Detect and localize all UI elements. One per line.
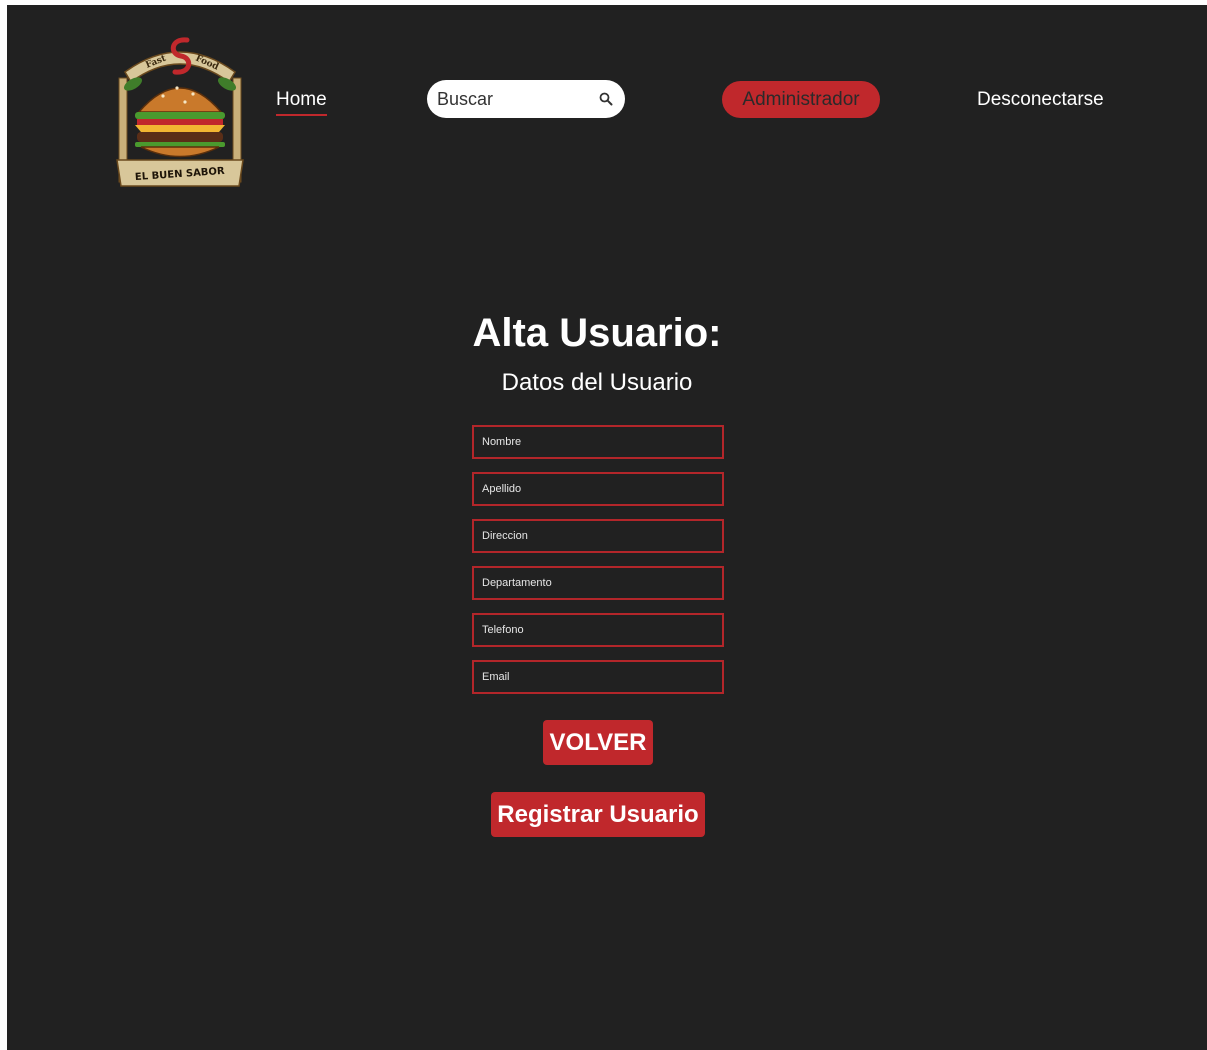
logout-link[interactable]: Desconectarse: [977, 89, 1104, 111]
email-field[interactable]: [472, 660, 724, 694]
el-buen-sabor-logo[interactable]: Fast Food EL BUEN SABOR: [111, 34, 249, 192]
app-frame: Fast Food EL BUEN SABOR Home Buscar Admi…: [7, 5, 1207, 1050]
search-icon[interactable]: [597, 90, 615, 108]
volver-button[interactable]: VOLVER: [543, 720, 653, 765]
telefono-field[interactable]: [472, 613, 724, 647]
search-input[interactable]: [435, 87, 597, 111]
nav-home-link[interactable]: Home: [276, 89, 327, 116]
direccion-field[interactable]: [472, 519, 724, 553]
nombre-field[interactable]: [472, 425, 724, 459]
page-subtitle: Datos del Usuario: [501, 369, 693, 396]
page-title: Alta Usuario:: [472, 311, 722, 355]
registrar-usuario-button[interactable]: Registrar Usuario: [491, 792, 705, 837]
apellido-field[interactable]: [472, 472, 724, 506]
administrador-button[interactable]: Administrador: [722, 81, 880, 118]
departamento-field[interactable]: [472, 566, 724, 600]
search-box[interactable]: [427, 80, 625, 118]
